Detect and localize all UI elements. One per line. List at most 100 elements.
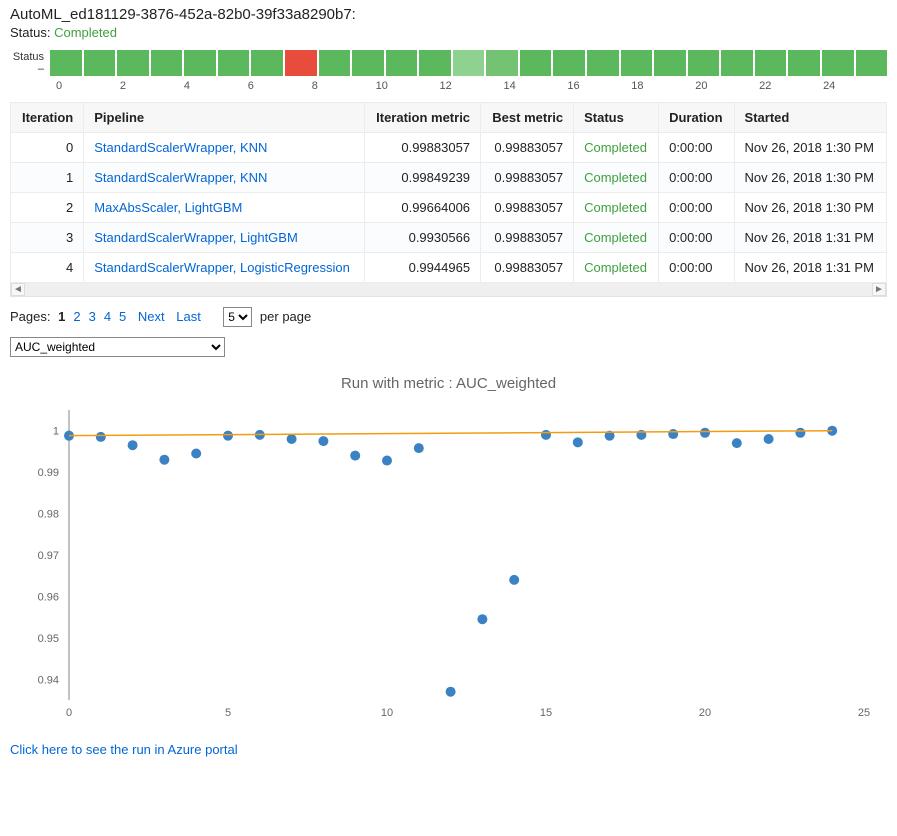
pages-label: Pages:: [10, 309, 50, 324]
svg-text:10: 10: [380, 707, 392, 719]
table-row[interactable]: 4StandardScalerWrapper, LogisticRegressi…: [11, 253, 887, 283]
cell-duration: 0:00:00: [659, 223, 734, 253]
svg-text:1: 1: [52, 426, 58, 438]
status-value: Completed: [54, 25, 117, 40]
page-3[interactable]: 3: [89, 309, 96, 324]
status-cell[interactable]: [84, 50, 118, 76]
azure-portal-link[interactable]: Click here to see the run in Azure porta…: [10, 742, 238, 757]
status-axis-tick: 10: [376, 80, 440, 92]
status-cell[interactable]: [621, 50, 655, 76]
status-cell[interactable]: [654, 50, 688, 76]
cell-iteration: 3: [11, 223, 84, 253]
col-started[interactable]: Started: [734, 103, 886, 133]
scroll-left-icon[interactable]: ◄: [11, 283, 25, 296]
cell-best-metric: 0.99883057: [481, 253, 574, 283]
table-row[interactable]: 1StandardScalerWrapper, KNN0.998492390.9…: [11, 163, 887, 193]
page-2[interactable]: 2: [73, 309, 80, 324]
cell-pipeline[interactable]: StandardScalerWrapper, LightGBM: [84, 223, 364, 253]
chart-title: Run with metric : AUC_weighted: [10, 375, 887, 392]
status-cell[interactable]: [419, 50, 453, 76]
col-iter-metric[interactable]: Iteration metric: [364, 103, 480, 133]
status-axis-tick: 12: [440, 80, 504, 92]
table-row[interactable]: 2MaxAbsScaler, LightGBM0.996640060.99883…: [11, 193, 887, 223]
status-cell[interactable]: [553, 50, 587, 76]
cell-pipeline[interactable]: StandardScalerWrapper, LogisticRegressio…: [84, 253, 364, 283]
cell-iter-metric: 0.9930566: [364, 223, 480, 253]
cell-best-metric: 0.99883057: [481, 163, 574, 193]
status-cell[interactable]: [755, 50, 789, 76]
cell-duration: 0:00:00: [659, 133, 734, 163]
cell-status: Completed: [574, 193, 659, 223]
cell-status: Completed: [574, 223, 659, 253]
cell-status: Completed: [574, 253, 659, 283]
page-last[interactable]: Last: [176, 309, 201, 324]
cell-iter-metric: 0.99849239: [364, 163, 480, 193]
status-cell[interactable]: [822, 50, 856, 76]
col-status[interactable]: Status: [574, 103, 659, 133]
svg-text:0.96: 0.96: [37, 591, 58, 603]
status-cell[interactable]: [251, 50, 285, 76]
status-bar: [50, 50, 887, 76]
cell-iteration: 1: [11, 163, 84, 193]
status-cell[interactable]: [520, 50, 554, 76]
status-cell[interactable]: [50, 50, 84, 76]
run-status: Status: Completed: [10, 25, 887, 40]
cell-started: Nov 26, 2018 1:31 PM: [734, 223, 886, 253]
table-horizontal-scrollbar[interactable]: ◄ ►: [10, 283, 887, 297]
scroll-right-icon[interactable]: ►: [872, 283, 886, 296]
status-cell[interactable]: [386, 50, 420, 76]
cell-best-metric: 0.99883057: [481, 223, 574, 253]
iterations-table: Iteration Pipeline Iteration metric Best…: [10, 102, 887, 283]
pagination: Pages: 12345 Next Last 5 per page: [10, 307, 887, 327]
col-iteration[interactable]: Iteration: [11, 103, 84, 133]
col-pipeline[interactable]: Pipeline: [84, 103, 364, 133]
status-cell[interactable]: [352, 50, 386, 76]
cell-started: Nov 26, 2018 1:30 PM: [734, 193, 886, 223]
status-cell[interactable]: [218, 50, 252, 76]
table-row[interactable]: 3StandardScalerWrapper, LightGBM0.993056…: [11, 223, 887, 253]
status-cell[interactable]: [319, 50, 353, 76]
status-cell[interactable]: [721, 50, 755, 76]
svg-text:15: 15: [539, 707, 551, 719]
status-cell[interactable]: [184, 50, 218, 76]
cell-duration: 0:00:00: [659, 163, 734, 193]
status-cell[interactable]: [285, 50, 319, 76]
svg-text:0: 0: [65, 707, 71, 719]
svg-text:0.94: 0.94: [37, 674, 58, 686]
status-cell[interactable]: [117, 50, 151, 76]
page-4[interactable]: 4: [104, 309, 111, 324]
cell-started: Nov 26, 2018 1:30 PM: [734, 163, 886, 193]
col-best-metric[interactable]: Best metric: [481, 103, 574, 133]
metric-select[interactable]: AUC_weighted: [10, 337, 225, 357]
status-axis-tick: 8: [312, 80, 376, 92]
status-axis-tick: 0: [56, 80, 120, 92]
status-bar-label: Status –: [10, 51, 50, 75]
cell-best-metric: 0.99883057: [481, 193, 574, 223]
table-row[interactable]: 0StandardScalerWrapper, KNN0.998830570.9…: [11, 133, 887, 163]
cell-started: Nov 26, 2018 1:30 PM: [734, 133, 886, 163]
page-5[interactable]: 5: [119, 309, 126, 324]
status-cell[interactable]: [486, 50, 520, 76]
cell-pipeline[interactable]: StandardScalerWrapper, KNN: [84, 133, 364, 163]
status-cell[interactable]: [856, 50, 888, 76]
cell-iteration: 0: [11, 133, 84, 163]
cell-duration: 0:00:00: [659, 253, 734, 283]
status-axis-tick: 20: [695, 80, 759, 92]
page-next[interactable]: Next: [138, 309, 165, 324]
status-cell[interactable]: [587, 50, 621, 76]
metric-chart[interactable]: 0.940.950.960.970.980.9910510152025: [14, 400, 884, 730]
status-cell[interactable]: [453, 50, 487, 76]
status-label: Status:: [10, 25, 54, 40]
col-duration[interactable]: Duration: [659, 103, 734, 133]
page-1: 1: [58, 309, 65, 324]
cell-status: Completed: [574, 133, 659, 163]
status-cell[interactable]: [688, 50, 722, 76]
status-cell[interactable]: [788, 50, 822, 76]
cell-pipeline[interactable]: StandardScalerWrapper, KNN: [84, 163, 364, 193]
per-page-select[interactable]: 5: [223, 307, 252, 327]
status-axis-tick: 16: [567, 80, 631, 92]
cell-iteration: 2: [11, 193, 84, 223]
cell-pipeline[interactable]: MaxAbsScaler, LightGBM: [84, 193, 364, 223]
status-axis-tick: 22: [759, 80, 823, 92]
status-cell[interactable]: [151, 50, 185, 76]
